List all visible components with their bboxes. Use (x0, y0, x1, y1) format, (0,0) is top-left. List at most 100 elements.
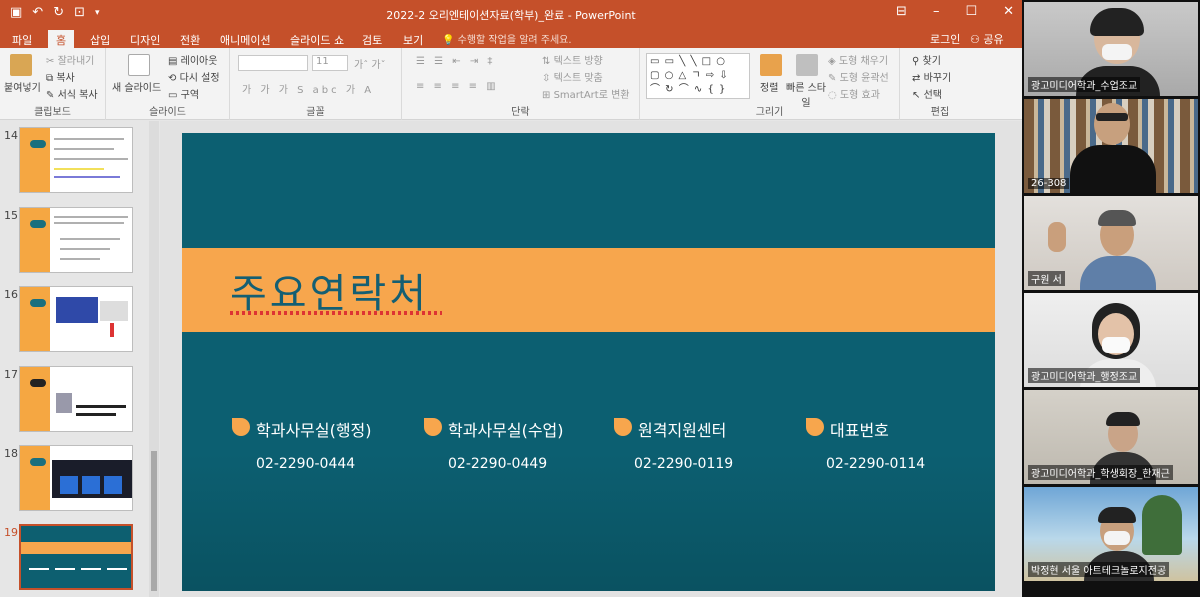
bullet-tag-icon (614, 418, 632, 436)
ribbon-home: 붙여넣기 ✂ 잘라내기 ⧉ 복사 ✎ 서식 복사 클립보드 새 슬라이드 ▤ 레… (0, 48, 1022, 120)
contact-phone[interactable]: 02-2290-0449 (448, 456, 547, 472)
person-hair (1098, 210, 1136, 226)
smartart-label: SmartArt로 변환 (553, 90, 630, 101)
person-icon: ⚇ (970, 33, 980, 46)
paste-icon[interactable] (10, 54, 32, 76)
bullet-tag-icon (424, 418, 442, 436)
contact-phone[interactable]: 02-2290-0119 (634, 456, 733, 472)
shape-effects-button[interactable]: ◌ 도형 효과 (828, 86, 880, 101)
list-icons[interactable]: ☰ ☰ ⇤ ⇥ ‡ (416, 56, 495, 67)
close-icon[interactable]: ✕ (1003, 4, 1014, 19)
participant-name: 박정현 서울 아트테크놀로지전공 (1028, 562, 1170, 577)
participant-name: 광고미디어학과_학생회장_한재근 (1028, 465, 1173, 480)
format-painter-label: 서식 복사 (57, 90, 98, 101)
share-label: 공유 (983, 33, 1004, 46)
bullet-tag-icon (232, 418, 250, 436)
contact-label[interactable]: 원격지원센터 (638, 417, 726, 441)
arrange-icon[interactable] (760, 54, 782, 76)
paste-button[interactable]: 붙여넣기 (4, 79, 41, 94)
thumbnail-18[interactable]: 18 (0, 445, 150, 515)
tell-me-search[interactable]: 💡 수행할 작업을 알려 주세요. (442, 31, 572, 46)
layout-button[interactable]: ▤ 레이아웃 (168, 52, 217, 67)
person-body (1070, 145, 1156, 193)
participant-tile[interactable]: 구원 서 (1024, 196, 1198, 290)
thumbnail-image (19, 524, 133, 590)
reset-button[interactable]: ⟲ 다시 설정 (168, 69, 220, 84)
person-head (1094, 103, 1130, 145)
new-slide-button[interactable]: 새 슬라이드 (112, 79, 161, 94)
thumbnail-16[interactable]: 16 (0, 286, 150, 356)
tell-me-text: 수행할 작업을 알려 주세요. (457, 35, 572, 46)
tab-insert[interactable]: 삽입 (82, 30, 118, 48)
participant-tile[interactable]: 26-308 (1024, 99, 1198, 193)
scissors-icon: ✂ (46, 56, 55, 67)
tab-design[interactable]: 디자인 (122, 30, 168, 48)
contact-label[interactable]: 학과사무실(행정) (256, 417, 372, 441)
format-painter-button[interactable]: ✎ 서식 복사 (46, 86, 98, 101)
new-slide-icon[interactable] (128, 54, 150, 76)
quick-styles-icon[interactable] (796, 54, 818, 76)
copy-label: 복사 (56, 73, 75, 84)
thumbnail-19[interactable]: 19 (0, 524, 150, 594)
copy-button[interactable]: ⧉ 복사 (46, 69, 75, 84)
shape-fill-button[interactable]: ◈ 도형 채우기 (828, 52, 888, 67)
replace-button[interactable]: ⇄ 바꾸기 (912, 69, 951, 84)
scrollbar-thumb[interactable] (151, 451, 157, 591)
smartart-icon: ⊞ (542, 90, 551, 101)
login-link[interactable]: 로그인 (930, 31, 960, 47)
tab-home[interactable]: 홈 (48, 30, 75, 48)
shapes-gallery[interactable]: ▭ ▭ ╲ ╲ □ ○ ▢ ○ △ ㄱ ⇨ ⇩ ⌒ ↻ ⌒ ∿ { } (646, 53, 750, 99)
font-name-input[interactable] (238, 55, 308, 71)
window-title: 2022-2 오리엔테이션자료(학부)_완료 - PowerPoint (386, 9, 636, 22)
group-slides: 새 슬라이드 ▤ 레이아웃 ⟲ 다시 설정 ▭ 구역 슬라이드 (106, 48, 230, 120)
cut-button[interactable]: ✂ 잘라내기 (46, 52, 94, 67)
section-button[interactable]: ▭ 구역 (168, 86, 199, 101)
current-slide[interactable]: 주요연락처 학과사무실(행정) 02-2290-0444 학과사무실(수업) 0… (182, 133, 995, 591)
thumbnail-17[interactable]: 17 (0, 366, 150, 436)
copy-icon: ⧉ (46, 73, 54, 84)
thumbnail-15[interactable]: 15 (0, 207, 150, 277)
ribbon-display-icon[interactable]: ⊟ (896, 4, 907, 19)
font-size-input[interactable]: 11 (312, 55, 348, 71)
minimize-icon[interactable]: – (933, 4, 940, 19)
group-label-paragraph: 단락 (511, 107, 530, 118)
tab-view[interactable]: 보기 (395, 30, 431, 48)
align-text-button[interactable]: ⇳ 텍스트 맞춤 (542, 69, 603, 84)
font-grow-icon[interactable]: 가ˆ 가ˇ (354, 56, 386, 71)
tab-animations[interactable]: 애니메이션 (212, 30, 279, 48)
participant-tile[interactable]: 광고미디어학과_수업조교 (1024, 2, 1198, 96)
contact-phone[interactable]: 02-2290-0114 (826, 456, 925, 472)
align-text-label: 텍스트 맞춤 (553, 73, 603, 84)
align-icons[interactable]: ≡ ≡ ≡ ≡ ▥ (416, 81, 499, 92)
participant-name: 구원 서 (1028, 271, 1065, 286)
thumbnail-image (19, 127, 133, 193)
participant-tile[interactable]: 광고미디어학과_학생회장_한재근 (1024, 390, 1198, 484)
contact-label[interactable]: 대표번호 (830, 417, 889, 441)
participant-tile[interactable]: 박정현 서울 아트테크놀로지전공 (1024, 487, 1198, 581)
group-drawing: ▭ ▭ ╲ ╲ □ ○ ▢ ○ △ ㄱ ⇨ ⇩ ⌒ ↻ ⌒ ∿ { } 정렬 빠른 … (640, 48, 900, 120)
select-button[interactable]: ↖ 선택 (912, 86, 942, 101)
thumbnail-scrollbar[interactable] (149, 121, 159, 597)
share-button[interactable]: ⚇ 공유 (970, 31, 1004, 47)
participant-name: 26-308 (1028, 178, 1070, 189)
shape-effects-label: 도형 효과 (839, 90, 880, 101)
participant-tile[interactable]: 광고미디어학과_행정조교 (1024, 293, 1198, 387)
shape-outline-button[interactable]: ✎ 도형 윤곽선 (828, 69, 889, 84)
contact-label[interactable]: 학과사무실(수업) (448, 417, 564, 441)
find-button[interactable]: ⚲ 찾기 (912, 52, 941, 67)
text-direction-button[interactable]: ⇅ 텍스트 방향 (542, 52, 603, 67)
tab-slideshow[interactable]: 슬라이드 쇼 (282, 30, 352, 48)
contact-phone[interactable]: 02-2290-0444 (256, 456, 355, 472)
smartart-button[interactable]: ⊞ SmartArt로 변환 (542, 86, 629, 101)
tab-review[interactable]: 검토 (354, 30, 390, 48)
thumbnail-14[interactable]: 14 (0, 127, 150, 197)
lightbulb-icon: 💡 (442, 35, 455, 46)
raised-hand (1048, 222, 1066, 252)
tab-file[interactable]: 파일 (4, 30, 40, 48)
tab-transitions[interactable]: 전환 (172, 30, 208, 48)
arrange-button[interactable]: 정렬 (760, 79, 778, 94)
select-label: 선택 (923, 90, 942, 101)
shape-outline-label: 도형 윤곽선 (839, 73, 889, 84)
font-format-icons[interactable]: 가 가 가 S abc 가 A (242, 81, 374, 96)
maximize-icon[interactable]: ☐ (965, 4, 977, 19)
